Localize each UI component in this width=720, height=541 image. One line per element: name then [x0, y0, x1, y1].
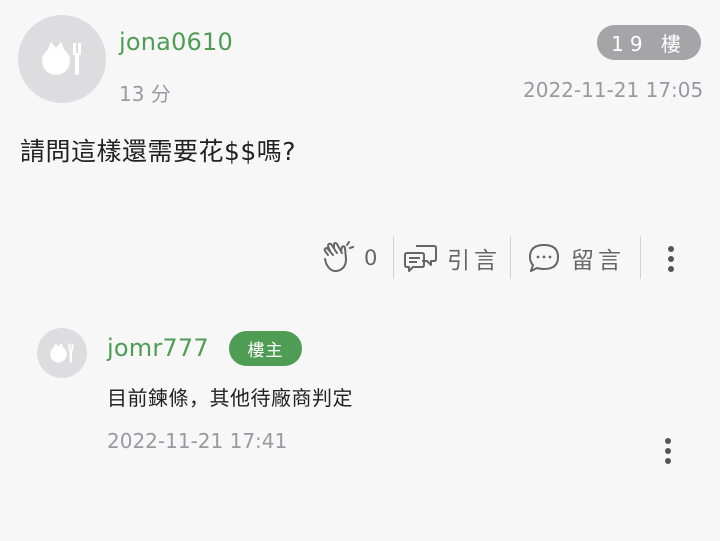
action-divider: [640, 236, 641, 279]
reply-datetime: 2022-11-21 17:41: [107, 429, 288, 453]
post-datetime: 2022-11-21 17:05: [523, 78, 704, 102]
comment-button[interactable]: 留言: [527, 236, 625, 280]
action-divider: [393, 236, 394, 279]
default-avatar-icon: [42, 42, 81, 75]
reply-author-avatar[interactable]: [37, 328, 87, 378]
like-count: 0: [364, 246, 378, 270]
quote-label: 引言: [447, 248, 501, 274]
floor-badge: 19 樓: [597, 25, 701, 60]
action-divider: [510, 236, 511, 279]
quote-button[interactable]: 引言: [404, 236, 501, 280]
reply-more-icon[interactable]: [665, 438, 671, 464]
clap-icon: [323, 241, 354, 273]
quote-bubble-icon: [404, 245, 437, 272]
post-content: 請問這樣還需要花$$嗎?: [20, 137, 297, 166]
post-relative-time: 13 分: [119, 82, 171, 106]
post-more-icon[interactable]: [668, 246, 674, 272]
reply-content: 目前鍊條，其他待廠商判定: [107, 386, 353, 410]
reply-author-name[interactable]: jomr777: [107, 334, 209, 362]
post-author-name[interactable]: jona0610: [119, 28, 233, 56]
comment-label: 留言: [571, 248, 625, 274]
like-button[interactable]: 0: [322, 236, 377, 280]
default-avatar-icon: [50, 342, 74, 363]
op-badge: 樓主: [229, 331, 302, 366]
post-author-avatar[interactable]: [18, 15, 106, 103]
comment-bubble-icon: [529, 244, 559, 272]
